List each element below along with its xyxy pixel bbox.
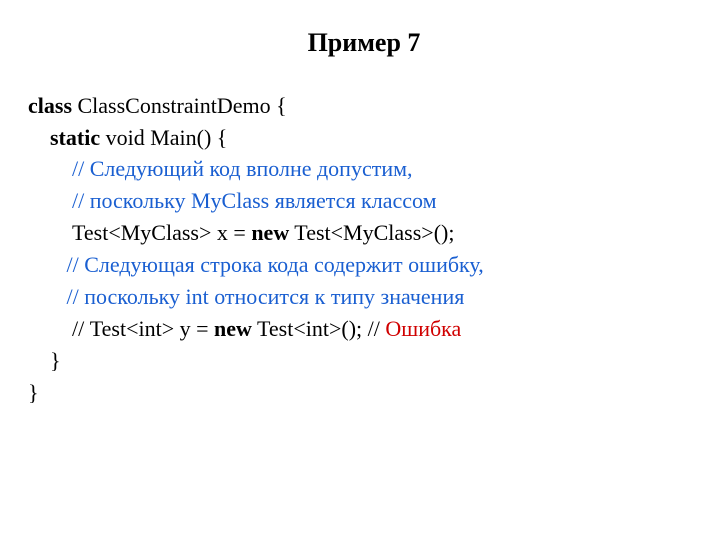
code-line-8: // Test<int> y = new Test<int>(); // Оши… [28,316,461,341]
code-text: Test<MyClass> x = [67,220,252,245]
code-line-6: // Следующая строка кода содержит ошибку… [28,252,484,277]
code-line-2: static void Main() { [28,125,227,150]
code-line-9: } [28,348,61,373]
comment: // Следующий код вполне допустим, [72,156,413,181]
error-text: Ошибка [385,316,461,341]
comment: // поскольку int относится к типу значен… [67,284,465,309]
code-line-7: // поскольку int относится к типу значен… [28,284,464,309]
slide-title: Пример 7 [28,24,700,62]
keyword-class: class [28,93,72,118]
keyword-static: static [50,125,100,150]
keyword-new: new [214,316,252,341]
code-text: ClassConstraintDemo { [72,93,287,118]
slide: Пример 7 class ClassConstraintDemo { sta… [0,0,720,540]
code-line-1: class ClassConstraintDemo { [28,93,287,118]
code-text: Test<MyClass>(); [289,220,454,245]
comment: // поскольку MyClass является классом [72,188,437,213]
code-text: Test<int>(); // [252,316,385,341]
comment: // Следующая строка кода содержит ошибку… [67,252,484,277]
code-line-5: Test<MyClass> x = new Test<MyClass>(); [28,220,454,245]
code-line-10: } [28,380,39,405]
code-text: // Test<int> y = [67,316,215,341]
code-line-3: // Следующий код вполне допустим, [28,156,413,181]
code-block: class ClassConstraintDemo { static void … [28,90,700,409]
code-text: void Main() { [100,125,227,150]
code-line-4: // поскольку MyClass является классом [28,188,437,213]
keyword-new: new [251,220,289,245]
